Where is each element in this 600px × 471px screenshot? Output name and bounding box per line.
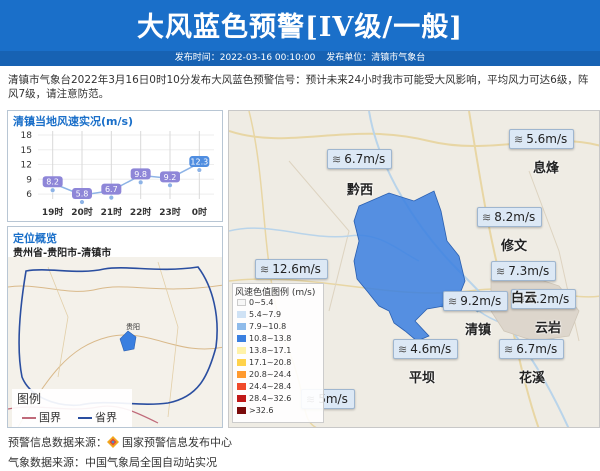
x-tick-label: 23时 <box>159 206 181 218</box>
wind-label-qianxi[interactable]: ≋ 6.7m/s <box>327 149 393 169</box>
scale-row: 10.8~13.8 <box>237 334 291 344</box>
x-tick-label: 21时 <box>101 206 123 218</box>
place-huaxi: 花溪 <box>519 371 546 386</box>
place-pingba: 平坝 <box>409 371 436 386</box>
warning-header: 大风蓝色预警[IV级/一般] 发布时间：2022-03-16 00:10:00 … <box>0 0 600 66</box>
wind-data-point <box>137 179 144 186</box>
wind-label-qingzhen[interactable]: ≋ 9.2m/s <box>443 291 509 311</box>
scale-row: 17.1~20.8 <box>237 358 291 368</box>
y-tick-label: 15 <box>21 146 32 156</box>
place-qianxi: 黔西 <box>347 183 374 198</box>
wind-color-scale: 风速色值图例 (m/s) 0~5.4 5.4~7.9 7.9~10.8 10.8… <box>232 283 324 423</box>
boundary-legend: 图例 国界 省界 <box>12 389 132 427</box>
warning-description: 清镇市气象台2022年3月16日0时10分发布大风蓝色预警信号：预计未来24小时… <box>8 74 589 100</box>
place-qingzhen: 清镇 <box>465 323 492 338</box>
data-label: 12.3 <box>190 158 208 167</box>
wind-data-point <box>196 167 203 173</box>
wind-label-baiyun[interactable]: ≋ 7.3m/s <box>491 261 557 281</box>
wind-data-point <box>49 187 56 194</box>
wind-label-xiuwen[interactable]: ≋ 8.2m/s <box>477 207 543 227</box>
place-xifeng: 息烽 <box>533 161 560 176</box>
wind-label-huaxi[interactable]: ≋ 6.7m/s <box>499 339 565 359</box>
x-tick-label: 19时 <box>42 206 64 218</box>
scale-row: 13.8~17.1 <box>237 346 291 356</box>
wind-data-point <box>108 194 115 201</box>
wind-speed-panel: 清镇当地风速实况(m/s) 6 9 12 15 18 19时 20时 21时 22时 23时 0时 8… <box>7 110 223 222</box>
warning-center-logo-icon <box>107 436 119 448</box>
wind-label-pingba[interactable]: ≋ 4.6m/s <box>393 339 459 359</box>
legend-title: 图例 <box>17 392 42 406</box>
data-label: 9.2 <box>164 173 177 182</box>
scale-title: 风速色值图例 (m/s) <box>235 288 316 298</box>
scale-row: 20.8~24.4 <box>237 370 291 380</box>
warning-source-line: 预警信息数据来源： 国家预警信息发布中心 <box>8 436 232 449</box>
wind-data-point <box>167 182 173 189</box>
scale-row: 0~5.4 <box>237 298 274 308</box>
place-yunyan: 云岩 <box>535 321 562 336</box>
scale-row: >32.6 <box>237 406 274 416</box>
scale-row: 28.4~32.6 <box>237 394 291 404</box>
mini-label-guiyang: 贵阳 <box>126 322 140 331</box>
legend-national-border: 国界 <box>22 409 61 425</box>
data-label: 6.7 <box>105 185 118 194</box>
legend-provincial-border: 省界 <box>78 409 117 425</box>
publish-time: 发布时间：2022-03-16 00:10:00 <box>174 53 316 63</box>
warning-title: 大风蓝色预警[IV级/一般] <box>137 12 463 43</box>
weather-source-line: 气象数据来源：中国气象局全国自动站实况 <box>8 456 217 469</box>
data-label: 8.2 <box>46 178 59 187</box>
publish-unit: 发布单位：清镇市气象台 <box>326 53 426 63</box>
wind-data-point <box>79 199 85 205</box>
y-tick-label: 6 <box>26 190 32 200</box>
warning-meta-bar: 发布时间：2022-03-16 00:10:00 发布单位：清镇市气象台 <box>0 51 600 66</box>
data-label: 5.8 <box>76 190 89 199</box>
wind-label-xifeng[interactable]: ≋ 5.6m/s <box>509 129 575 149</box>
place-baiyun: 白云 <box>511 291 538 306</box>
scale-row: 5.4~7.9 <box>237 310 281 320</box>
data-label: 9.8 <box>134 170 147 179</box>
wind-speed-chart: 6 9 12 15 18 19时 20时 21时 22时 23时 0时 8.2 5.8 6.7 9.8 9.2… <box>21 131 214 218</box>
scale-row: 7.9~10.8 <box>237 322 286 332</box>
place-xiuwen: 修文 <box>501 239 528 254</box>
x-tick-label: 20时 <box>71 206 93 218</box>
y-tick-label: 18 <box>21 131 33 141</box>
location-overview-panel: 定位概览 贵州省-贵阳市-清镇市 贵阳 图例 国界 省界 <box>7 226 223 428</box>
scale-row: 24.4~28.4 <box>237 382 291 392</box>
x-tick-label: 22时 <box>130 206 152 218</box>
y-tick-label: 12 <box>21 161 32 171</box>
x-tick-label: 0时 <box>192 206 207 218</box>
y-tick-label: 9 <box>26 175 32 185</box>
warning-source-link[interactable]: 国家预警信息发布中心 <box>122 436 232 449</box>
wind-label-west[interactable]: ≋ 12.6m/s <box>255 259 328 279</box>
